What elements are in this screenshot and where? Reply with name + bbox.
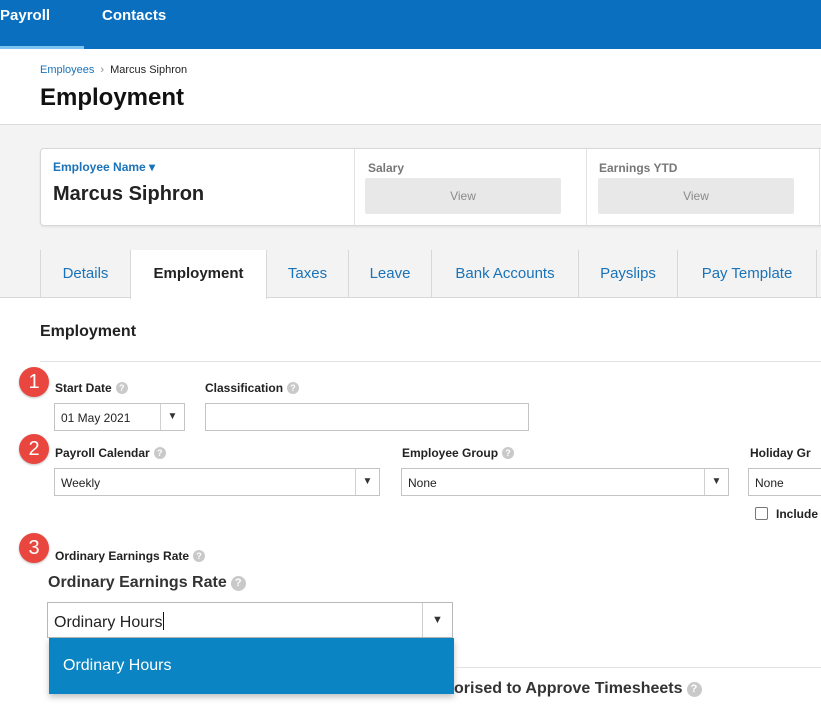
section-divider	[40, 361, 821, 362]
help-icon[interactable]: ?	[686, 682, 702, 697]
help-icon[interactable]: ?	[193, 550, 206, 562]
step-marker-3: 3	[19, 533, 49, 563]
step-marker-2: 2	[19, 434, 49, 464]
section-divider	[455, 667, 821, 668]
ordinary-earnings-rate-small-label: Ordinary Earnings Rate?	[55, 549, 206, 563]
start-date-label: Start Date?	[55, 381, 128, 395]
help-icon[interactable]: ?	[502, 447, 515, 459]
text-cursor	[163, 612, 165, 630]
ordinary-earnings-rate-label-text: Ordinary Earnings Rate	[48, 574, 227, 591]
classification-label-text: Classification	[205, 381, 284, 395]
tab-leave[interactable]: Leave	[349, 250, 432, 298]
authorised-to-approve-timesheets-label: orised to Approve Timesheets?	[454, 680, 702, 698]
payroll-calendar-label-text: Payroll Calendar	[55, 446, 150, 460]
salary-label: Salary	[368, 161, 405, 175]
include-checkbox[interactable]	[755, 507, 768, 520]
ordinary-earnings-rate-combobox[interactable]: Ordinary Hours ▼	[47, 602, 453, 638]
payroll-calendar-label: Payroll Calendar?	[55, 446, 166, 460]
help-icon[interactable]: ?	[153, 447, 166, 459]
classification-label: Classification?	[205, 381, 300, 395]
employee-group-value: None	[408, 476, 437, 490]
holiday-group-value: None	[755, 476, 784, 490]
tab-taxes[interactable]: Taxes	[267, 250, 349, 298]
tab-details[interactable]: Details	[40, 250, 131, 298]
holiday-group-select[interactable]: None	[748, 468, 821, 496]
tab-payslips[interactable]: Payslips	[579, 250, 678, 298]
nav-payroll[interactable]: Payroll	[0, 7, 50, 24]
employee-name: Marcus Siphron	[53, 183, 205, 205]
holiday-group-label: Holiday Gr	[750, 446, 811, 460]
salary-view-button[interactable]: View	[365, 178, 561, 214]
employee-group-label-text: Employee Group	[402, 446, 499, 460]
dropdown-option-ordinary-hours[interactable]: Ordinary Hours	[49, 638, 454, 694]
start-date-label-text: Start Date	[55, 381, 112, 395]
chevron-down-icon[interactable]: ▼	[160, 404, 184, 430]
employee-group-label: Employee Group?	[402, 446, 515, 460]
employee-summary-card: Employee Name ▾ Marcus Siphron Salary Vi…	[40, 148, 821, 227]
nav-contacts[interactable]: Contacts	[102, 7, 166, 24]
ordinary-earnings-rate-input-value: Ordinary Hours	[54, 612, 165, 632]
tab-bank-accounts[interactable]: Bank Accounts	[432, 250, 579, 298]
breadcrumb: Employees › Marcus Siphron	[40, 64, 187, 76]
tab-employment[interactable]: Employment	[130, 250, 267, 299]
employee-name-dropdown[interactable]: Employee Name ▾	[53, 160, 155, 174]
chevron-down-icon[interactable]: ▼	[422, 603, 452, 637]
help-icon[interactable]: ?	[230, 576, 246, 591]
page-header: Employees › Marcus Siphron Employment	[0, 49, 821, 125]
divider	[819, 149, 820, 227]
step-marker-1: 1	[19, 367, 49, 397]
breadcrumb-employees-link[interactable]: Employees	[40, 64, 94, 76]
employee-group-select[interactable]: None ▼	[401, 468, 729, 496]
top-navigation: Payroll Contacts	[0, 0, 821, 49]
divider	[586, 149, 587, 227]
chevron-down-icon[interactable]: ▼	[355, 469, 379, 495]
earnings-ytd-label: Earnings YTD	[599, 161, 678, 175]
earnings-ytd-view-button[interactable]: View	[598, 178, 794, 214]
authorised-to-approve-timesheets-text: orised to Approve Timesheets	[454, 680, 683, 697]
tab-pay-template[interactable]: Pay Template	[678, 250, 817, 298]
payroll-calendar-select[interactable]: Weekly ▼	[54, 468, 380, 496]
start-date-value: 01 May 2021	[61, 411, 131, 425]
payroll-calendar-value: Weekly	[61, 476, 101, 490]
ordinary-earnings-rate-small-text: Ordinary Earnings Rate	[55, 549, 190, 563]
chevron-down-icon[interactable]: ▼	[704, 469, 728, 495]
ordinary-earnings-rate-label: Ordinary Earnings Rate?	[48, 574, 246, 592]
breadcrumb-separator: ›	[100, 64, 105, 76]
page-title: Employment	[40, 84, 185, 111]
start-date-picker[interactable]: 01 May 2021 ▼	[54, 403, 185, 431]
help-icon[interactable]: ?	[287, 382, 300, 394]
ordinary-earnings-rate-text: Ordinary Hours	[54, 614, 163, 631]
help-icon[interactable]: ?	[115, 382, 128, 394]
divider	[354, 149, 355, 227]
section-title: Employment	[40, 323, 137, 340]
breadcrumb-current: Marcus Siphron	[110, 64, 188, 76]
include-label: Include	[776, 507, 819, 521]
classification-input[interactable]	[205, 403, 529, 431]
